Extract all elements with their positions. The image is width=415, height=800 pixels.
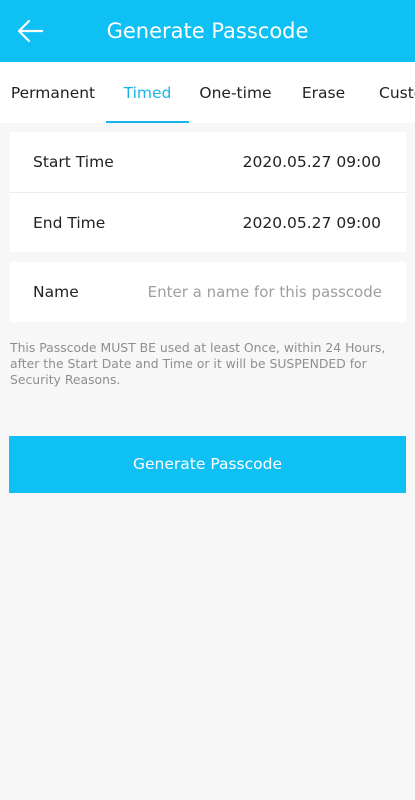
name-input[interactable] [142, 277, 382, 307]
name-row: Name [10, 262, 406, 322]
end-time-label: End Time [33, 214, 106, 232]
tab-one-time[interactable]: One-time [189, 62, 282, 123]
active-tab-indicator [106, 121, 189, 123]
tab-timed[interactable]: Timed [106, 62, 189, 123]
start-time-row[interactable]: Start Time 2020.05.27 09:00 [10, 132, 406, 192]
end-time-value: 2020.05.27 09:00 [242, 214, 381, 232]
tab-permanent[interactable]: Permanent [0, 62, 106, 123]
tab-custom[interactable]: Custom [365, 62, 415, 123]
tab-bar: Permanent Timed One-time Erase Custom [0, 62, 415, 123]
generate-passcode-button[interactable]: Generate Passcode [9, 436, 406, 493]
start-time-label: Start Time [33, 153, 114, 171]
name-card: Name [10, 262, 406, 322]
time-card: Start Time 2020.05.27 09:00 End Time 202… [10, 132, 406, 252]
start-time-value: 2020.05.27 09:00 [242, 153, 381, 171]
page-title: Generate Passcode [106, 19, 309, 43]
end-time-row[interactable]: End Time 2020.05.27 09:00 [10, 192, 406, 252]
tab-erase[interactable]: Erase [282, 62, 365, 123]
name-label: Name [33, 283, 79, 301]
suspension-notice: This Passcode MUST BE used at least Once… [10, 340, 386, 387]
app-header: Generate Passcode [0, 0, 415, 62]
